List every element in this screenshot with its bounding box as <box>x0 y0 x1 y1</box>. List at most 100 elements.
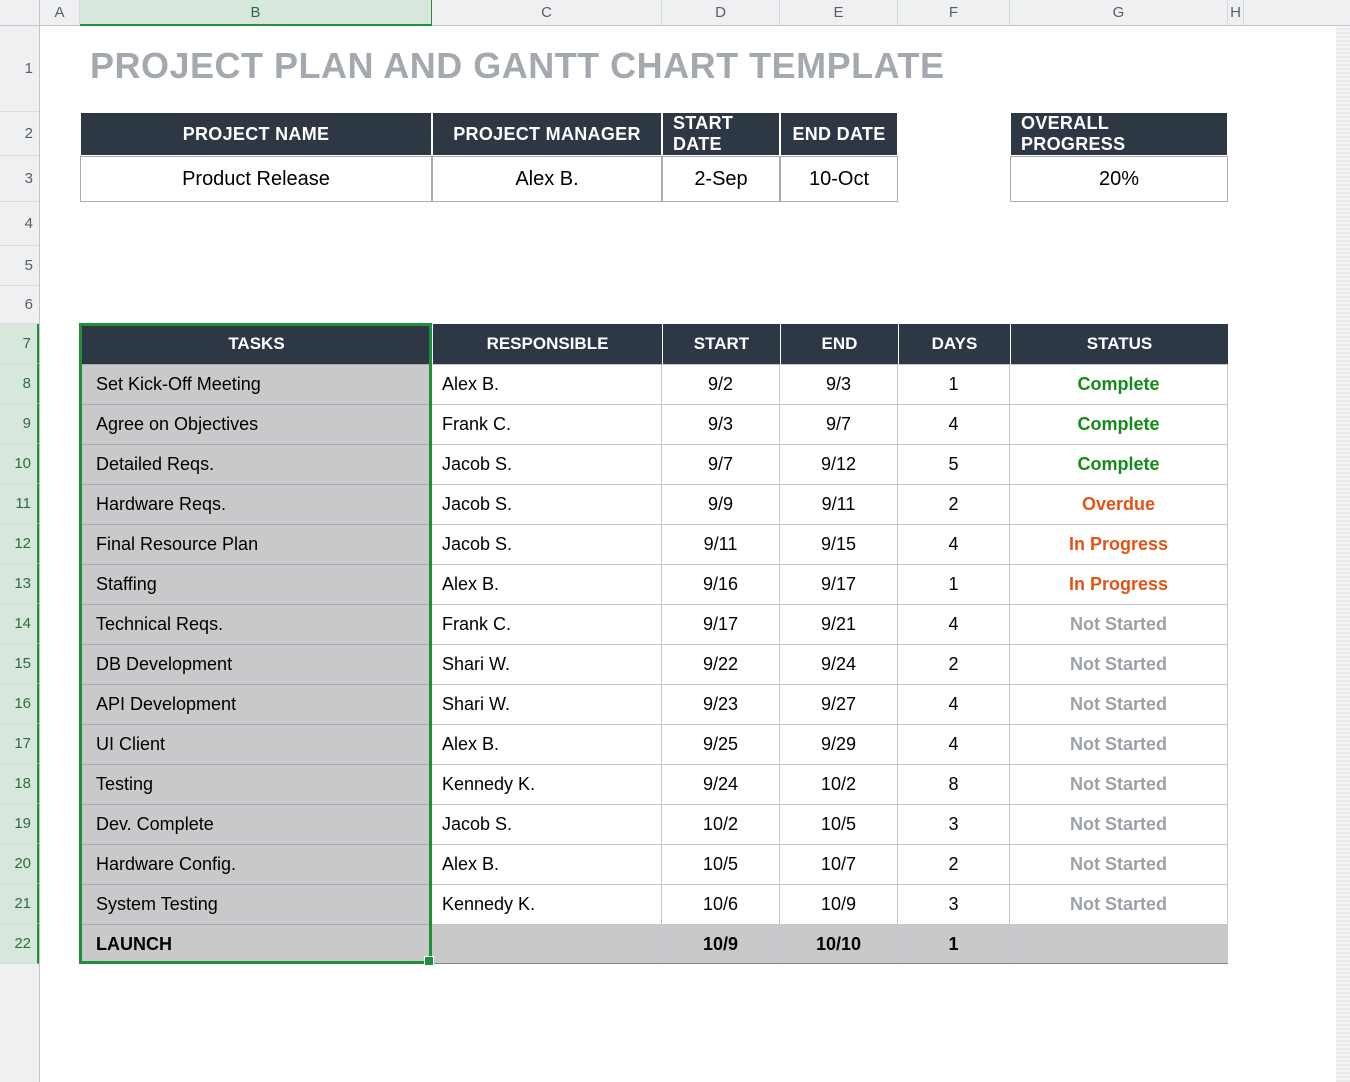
task-start-cell[interactable]: 9/22 <box>662 644 780 684</box>
task-start-cell[interactable]: 9/11 <box>662 524 780 564</box>
task-start-cell[interactable]: 10/6 <box>662 884 780 924</box>
task-name-cell[interactable]: LAUNCH <box>80 924 432 964</box>
task-start-cell[interactable]: 9/9 <box>662 484 780 524</box>
row-header-15[interactable]: 15 <box>0 644 39 684</box>
task-days-cell[interactable]: 2 <box>898 844 1010 884</box>
task-end-cell[interactable]: 9/12 <box>780 444 898 484</box>
task-end-cell[interactable]: 10/9 <box>780 884 898 924</box>
task-status-cell[interactable]: Not Started <box>1010 684 1228 724</box>
task-days-cell[interactable]: 1 <box>898 564 1010 604</box>
task-status-cell[interactable]: In Progress <box>1010 564 1228 604</box>
task-responsible-cell[interactable]: Jacob S. <box>432 804 662 844</box>
task-status-cell[interactable]: Not Started <box>1010 644 1228 684</box>
task-end-cell[interactable]: 10/2 <box>780 764 898 804</box>
task-responsible-cell[interactable]: Alex B. <box>432 844 662 884</box>
task-responsible-cell[interactable]: Alex B. <box>432 364 662 404</box>
task-days-cell[interactable]: 3 <box>898 884 1010 924</box>
task-start-cell[interactable]: 10/2 <box>662 804 780 844</box>
task-responsible-cell[interactable]: Jacob S. <box>432 444 662 484</box>
task-status-cell[interactable]: Not Started <box>1010 884 1228 924</box>
column-header-B[interactable]: B <box>80 0 432 26</box>
row-header-5[interactable]: 5 <box>0 246 39 286</box>
task-days-cell[interactable]: 1 <box>898 364 1010 404</box>
task-responsible-cell[interactable]: Jacob S. <box>432 524 662 564</box>
column-header-C[interactable]: C <box>432 0 662 26</box>
task-end-cell[interactable]: 9/21 <box>780 604 898 644</box>
task-start-cell[interactable]: 9/2 <box>662 364 780 404</box>
task-end-cell[interactable]: 9/27 <box>780 684 898 724</box>
row-header-16[interactable]: 16 <box>0 684 39 724</box>
task-days-cell[interactable]: 2 <box>898 484 1010 524</box>
task-days-cell[interactable]: 4 <box>898 724 1010 764</box>
task-start-cell[interactable]: 10/5 <box>662 844 780 884</box>
task-days-cell[interactable]: 4 <box>898 404 1010 444</box>
task-status-cell[interactable]: Not Started <box>1010 804 1228 844</box>
row-header-1[interactable]: 1 <box>0 26 39 112</box>
row-header-12[interactable]: 12 <box>0 524 39 564</box>
task-status-cell[interactable] <box>1010 924 1228 964</box>
task-end-cell[interactable]: 9/17 <box>780 564 898 604</box>
value-project-name[interactable]: Product Release <box>80 156 432 202</box>
row-header-19[interactable]: 19 <box>0 804 39 844</box>
task-days-cell[interactable]: 1 <box>898 924 1010 964</box>
task-status-cell[interactable]: Complete <box>1010 364 1228 404</box>
task-responsible-cell[interactable]: Frank C. <box>432 404 662 444</box>
cell-grid[interactable]: PROJECT PLAN AND GANTT CHART TEMPLATE PR… <box>40 26 1350 1082</box>
column-header-A[interactable]: A <box>40 0 80 26</box>
task-end-cell[interactable]: 9/24 <box>780 644 898 684</box>
task-end-cell[interactable]: 10/7 <box>780 844 898 884</box>
row-header-10[interactable]: 10 <box>0 444 39 484</box>
row-header-17[interactable]: 17 <box>0 724 39 764</box>
task-responsible-cell[interactable]: Kennedy K. <box>432 884 662 924</box>
task-responsible-cell[interactable]: Kennedy K. <box>432 764 662 804</box>
task-days-cell[interactable]: 5 <box>898 444 1010 484</box>
task-days-cell[interactable]: 8 <box>898 764 1010 804</box>
task-status-cell[interactable]: Overdue <box>1010 484 1228 524</box>
task-end-cell[interactable]: 9/11 <box>780 484 898 524</box>
task-end-cell[interactable]: 10/5 <box>780 804 898 844</box>
task-end-cell[interactable]: 9/3 <box>780 364 898 404</box>
row-header-3[interactable]: 3 <box>0 156 39 202</box>
select-all-corner[interactable] <box>0 0 40 26</box>
task-status-cell[interactable]: Not Started <box>1010 604 1228 644</box>
task-responsible-cell[interactable]: Shari W. <box>432 644 662 684</box>
column-header-F[interactable]: F <box>898 0 1010 26</box>
row-header-8[interactable]: 8 <box>0 364 39 404</box>
value-overall-progress[interactable]: 20% <box>1010 156 1228 202</box>
row-header-14[interactable]: 14 <box>0 604 39 644</box>
task-name-cell[interactable]: Agree on Objectives <box>80 404 432 444</box>
task-end-cell[interactable]: 9/7 <box>780 404 898 444</box>
task-name-cell[interactable]: Dev. Complete <box>80 804 432 844</box>
task-name-cell[interactable]: Staffing <box>80 564 432 604</box>
task-name-cell[interactable]: API Development <box>80 684 432 724</box>
value-end-date[interactable]: 10-Oct <box>780 156 898 202</box>
row-header-18[interactable]: 18 <box>0 764 39 804</box>
task-name-cell[interactable]: Hardware Reqs. <box>80 484 432 524</box>
row-header-21[interactable]: 21 <box>0 884 39 924</box>
task-name-cell[interactable]: Detailed Reqs. <box>80 444 432 484</box>
task-responsible-cell[interactable]: Jacob S. <box>432 484 662 524</box>
row-header-2[interactable]: 2 <box>0 112 39 156</box>
row-header-11[interactable]: 11 <box>0 484 39 524</box>
column-header-E[interactable]: E <box>780 0 898 26</box>
task-end-cell[interactable]: 9/15 <box>780 524 898 564</box>
task-days-cell[interactable]: 3 <box>898 804 1010 844</box>
task-responsible-cell[interactable]: Frank C. <box>432 604 662 644</box>
task-start-cell[interactable]: 9/16 <box>662 564 780 604</box>
task-responsible-cell[interactable] <box>432 924 662 964</box>
task-start-cell[interactable]: 9/3 <box>662 404 780 444</box>
task-start-cell[interactable]: 9/24 <box>662 764 780 804</box>
task-name-cell[interactable]: Technical Reqs. <box>80 604 432 644</box>
task-responsible-cell[interactable]: Shari W. <box>432 684 662 724</box>
task-days-cell[interactable]: 4 <box>898 604 1010 644</box>
value-start-date[interactable]: 2-Sep <box>662 156 780 202</box>
task-start-cell[interactable]: 9/7 <box>662 444 780 484</box>
task-start-cell[interactable]: 9/17 <box>662 604 780 644</box>
row-header-4[interactable]: 4 <box>0 202 39 246</box>
row-header-20[interactable]: 20 <box>0 844 39 884</box>
column-header-D[interactable]: D <box>662 0 780 26</box>
task-responsible-cell[interactable]: Alex B. <box>432 724 662 764</box>
column-header-G[interactable]: G <box>1010 0 1228 26</box>
task-start-cell[interactable]: 10/9 <box>662 924 780 964</box>
row-header-9[interactable]: 9 <box>0 404 39 444</box>
